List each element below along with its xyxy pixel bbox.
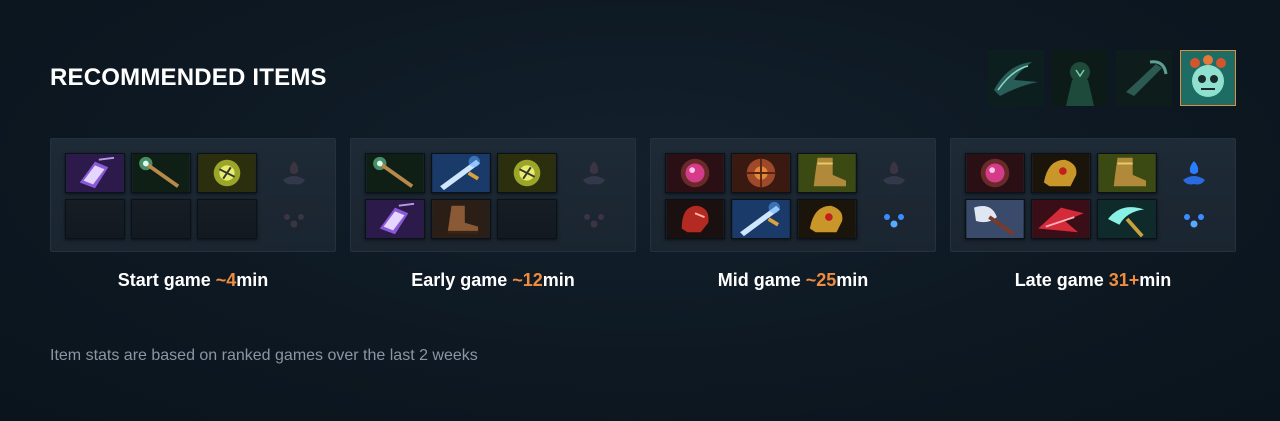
ability-2-icon[interactable] bbox=[1052, 50, 1108, 106]
dragon-icon[interactable] bbox=[1031, 199, 1091, 239]
neutral-token-active-icon bbox=[1179, 153, 1209, 193]
item-build-box bbox=[650, 138, 936, 252]
empty-item-slot bbox=[65, 199, 125, 239]
ability-3-icon[interactable] bbox=[1116, 50, 1172, 106]
neutral-token-slot-icon bbox=[579, 153, 609, 193]
phase-caption: Start game ~4min bbox=[117, 270, 269, 290]
neutral-charm-slot-icon bbox=[279, 199, 309, 239]
phase-late: Late game 31+min bbox=[950, 138, 1236, 291]
neutral-charm-active-icon bbox=[1179, 199, 1209, 239]
tango-icon[interactable] bbox=[65, 153, 125, 193]
neutral-token-slot-icon bbox=[279, 153, 309, 193]
orb-icon[interactable] bbox=[665, 153, 725, 193]
gold-helm-icon[interactable] bbox=[1031, 153, 1091, 193]
empty-item-slot bbox=[197, 199, 257, 239]
empty-item-slot bbox=[497, 199, 557, 239]
wand-icon[interactable] bbox=[131, 153, 191, 193]
orb-icon[interactable] bbox=[965, 153, 1025, 193]
stats-footnote: Item stats are based on ranked games ove… bbox=[50, 347, 478, 364]
phase-early: Early game ~12min bbox=[350, 138, 636, 291]
item-phases: Start game ~4min Early game ~12min Mid g… bbox=[50, 138, 1236, 291]
phase-caption: Mid game ~25min bbox=[717, 270, 869, 290]
item-build-box bbox=[950, 138, 1236, 252]
boots-icon[interactable] bbox=[431, 199, 491, 239]
helm-icon[interactable] bbox=[665, 199, 725, 239]
ability-1-icon[interactable] bbox=[988, 50, 1044, 106]
phase-mid: Mid game ~25min bbox=[650, 138, 936, 291]
faerie-icon[interactable] bbox=[197, 153, 257, 193]
greaves-icon[interactable] bbox=[1097, 153, 1157, 193]
neutral-token-slot-icon bbox=[879, 153, 909, 193]
tango-icon[interactable] bbox=[365, 199, 425, 239]
phase-caption: Early game ~12min bbox=[411, 270, 575, 290]
section-title: RECOMMENDED ITEMS bbox=[50, 64, 327, 91]
blade-icon[interactable] bbox=[731, 199, 791, 239]
faerie-icon[interactable] bbox=[497, 153, 557, 193]
ability-4-icon[interactable] bbox=[1180, 50, 1236, 106]
phase-start: Start game ~4min bbox=[50, 138, 336, 291]
blade-icon[interactable] bbox=[431, 153, 491, 193]
scythe-icon[interactable] bbox=[1097, 199, 1157, 239]
neutral-charm-slot-icon bbox=[579, 199, 609, 239]
greaves-icon[interactable] bbox=[797, 153, 857, 193]
ability-selector bbox=[988, 50, 1236, 106]
axe-icon[interactable] bbox=[965, 199, 1025, 239]
shield-icon[interactable] bbox=[731, 153, 791, 193]
gold-helm-icon[interactable] bbox=[797, 199, 857, 239]
wand-icon[interactable] bbox=[365, 153, 425, 193]
item-build-box bbox=[50, 138, 336, 252]
phase-caption: Late game 31+min bbox=[1014, 270, 1172, 290]
item-build-box bbox=[350, 138, 636, 252]
empty-item-slot bbox=[131, 199, 191, 239]
neutral-charm-active-icon bbox=[879, 199, 909, 239]
